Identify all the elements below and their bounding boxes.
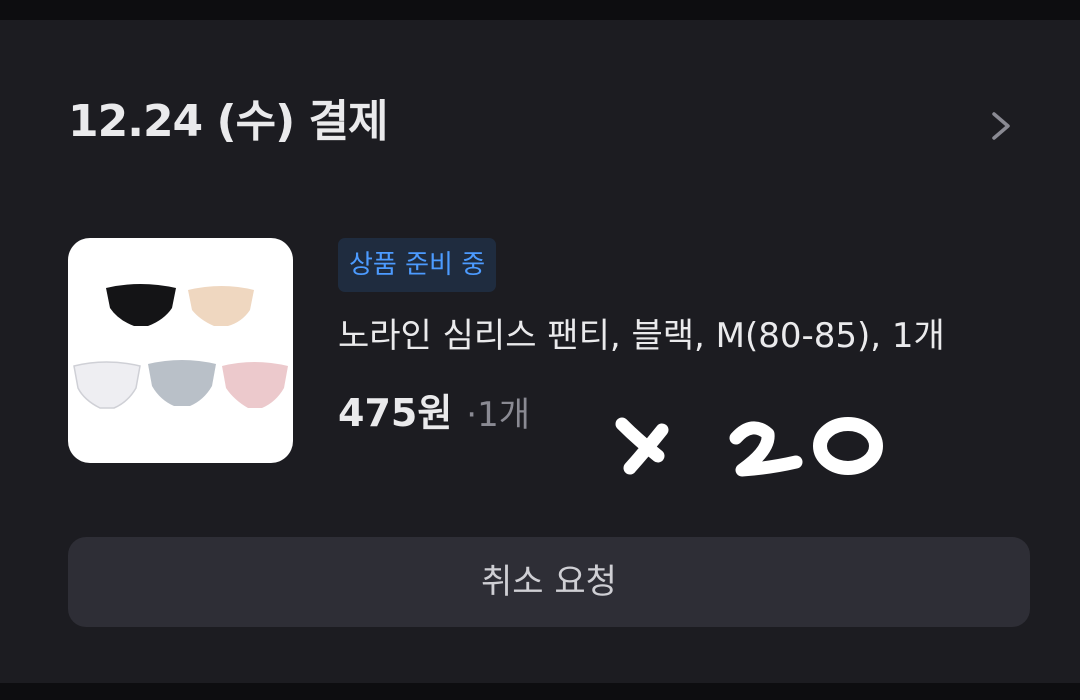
separator-dot: · bbox=[466, 395, 478, 435]
product-pink-brief bbox=[222, 362, 288, 408]
product-beige-brief bbox=[188, 286, 254, 326]
chevron-right-icon[interactable] bbox=[982, 104, 1022, 148]
handwritten-x20-annotation bbox=[600, 400, 900, 500]
quantity: 1개 bbox=[477, 395, 531, 435]
price-line: 475원 ·1개 bbox=[338, 388, 530, 438]
product-grey-brief bbox=[148, 360, 216, 406]
product-thumbnail[interactable] bbox=[68, 238, 293, 463]
product-white-brief bbox=[73, 361, 141, 409]
product-black-brief bbox=[106, 284, 176, 326]
product-name[interactable]: 노라인 심리스 팬티, 블랙, M(80-85), 1개 bbox=[338, 312, 1058, 360]
price: 475원 bbox=[338, 391, 453, 435]
status-badge: 상품 준비 중 bbox=[338, 238, 497, 292]
order-date-title: 12.24 (수) 결제 bbox=[68, 96, 388, 147]
cancel-request-button[interactable]: 취소 요청 bbox=[68, 537, 1030, 627]
